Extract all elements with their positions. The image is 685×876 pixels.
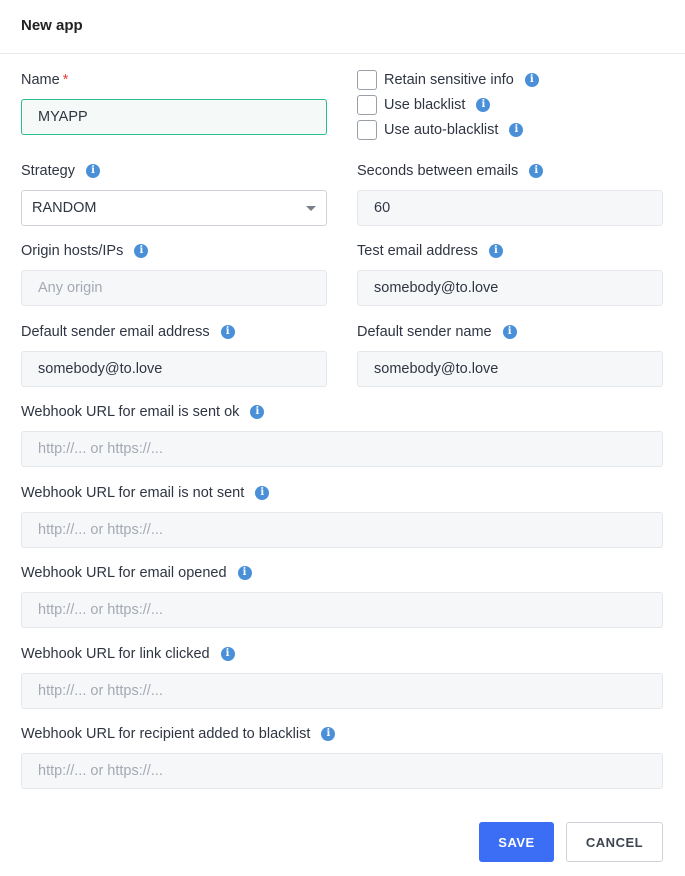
- test-email-label-text: Test email address: [357, 243, 478, 259]
- webhook-sent-ok-input[interactable]: http://... or https://...: [21, 431, 663, 467]
- seconds-between-input[interactable]: 60: [357, 190, 663, 226]
- info-icon[interactable]: i: [509, 123, 524, 137]
- dialog-title: New app: [21, 17, 83, 34]
- name-input[interactable]: MYAPP: [21, 99, 327, 135]
- info-icon[interactable]: i: [502, 325, 517, 339]
- webhook-link-clicked-input[interactable]: http://... or https://...: [21, 673, 663, 709]
- webhook-sent-ok-label: Webhook URL for email is sent ok i: [21, 404, 265, 420]
- webhook-blacklist-input[interactable]: http://... or https://...: [21, 753, 663, 789]
- webhook-sent-ok-label-text: Webhook URL for email is sent ok: [21, 404, 240, 420]
- origin-label-text: Origin hosts/IPs: [21, 243, 124, 259]
- use-auto-blacklist-checkbox[interactable]: [357, 120, 377, 140]
- strategy-value: RANDOM: [32, 200, 97, 216]
- info-icon[interactable]: i: [134, 244, 149, 258]
- info-icon[interactable]: i: [220, 647, 235, 661]
- webhook-opened-label-text: Webhook URL for email opened: [21, 565, 227, 581]
- cancel-button[interactable]: CANCEL: [566, 822, 663, 862]
- default-sender-name-label: Default sender name i: [357, 324, 517, 340]
- retain-sensitive-label: Retain sensitive info: [384, 72, 514, 88]
- webhook-opened-input[interactable]: http://... or https://...: [21, 592, 663, 628]
- info-icon[interactable]: i: [255, 486, 270, 500]
- seconds-between-label-text: Seconds between emails: [357, 163, 519, 179]
- strategy-label-text: Strategy: [21, 163, 75, 179]
- use-blacklist-checkbox[interactable]: [357, 95, 377, 115]
- webhook-link-clicked-label-text: Webhook URL for link clicked: [21, 646, 210, 662]
- info-icon[interactable]: i: [250, 405, 265, 419]
- retain-sensitive-row[interactable]: Retain sensitive info i: [357, 70, 539, 90]
- webhook-blacklist-label: Webhook URL for recipient added to black…: [21, 726, 336, 742]
- default-sender-name-label-text: Default sender name: [357, 324, 492, 340]
- info-icon[interactable]: i: [237, 566, 252, 580]
- strategy-label: Strategy i: [21, 163, 100, 179]
- name-label-text: Name: [21, 72, 60, 88]
- origin-label: Origin hosts/IPs i: [21, 243, 149, 259]
- default-sender-name-input[interactable]: somebody@to.love: [357, 351, 663, 387]
- info-icon[interactable]: i: [220, 325, 235, 339]
- origin-input[interactable]: Any origin: [21, 270, 327, 306]
- name-label: Name *: [21, 72, 68, 88]
- test-email-label: Test email address i: [357, 243, 503, 259]
- default-sender-email-input[interactable]: somebody@to.love: [21, 351, 327, 387]
- webhook-blacklist-label-text: Webhook URL for recipient added to black…: [21, 726, 311, 742]
- required-mark: *: [62, 72, 69, 88]
- info-icon[interactable]: i: [529, 164, 544, 178]
- default-sender-email-label-text: Default sender email address: [21, 324, 210, 340]
- use-blacklist-row[interactable]: Use blacklist i: [357, 95, 491, 115]
- use-blacklist-label: Use blacklist: [384, 97, 466, 113]
- info-icon[interactable]: i: [321, 727, 336, 741]
- save-button[interactable]: SAVE: [479, 822, 554, 862]
- use-auto-blacklist-label: Use auto-blacklist: [384, 122, 499, 138]
- info-icon[interactable]: i: [86, 164, 100, 178]
- chevron-down-icon: [306, 206, 316, 211]
- webhook-not-sent-label: Webhook URL for email is not sent i: [21, 485, 270, 501]
- webhook-not-sent-input[interactable]: http://... or https://...: [21, 512, 663, 548]
- use-auto-blacklist-row[interactable]: Use auto-blacklist i: [357, 120, 524, 140]
- default-sender-email-label: Default sender email address i: [21, 324, 235, 340]
- webhook-link-clicked-label: Webhook URL for link clicked i: [21, 646, 235, 662]
- test-email-input[interactable]: somebody@to.love: [357, 270, 663, 306]
- dialog-header: New app: [0, 0, 685, 54]
- webhook-opened-label: Webhook URL for email opened i: [21, 565, 252, 581]
- seconds-between-label: Seconds between emails i: [357, 163, 544, 179]
- strategy-select[interactable]: RANDOM: [21, 190, 327, 226]
- retain-sensitive-checkbox[interactable]: [357, 70, 377, 90]
- info-icon[interactable]: i: [488, 244, 503, 258]
- webhook-not-sent-label-text: Webhook URL for email is not sent: [21, 485, 245, 501]
- info-icon[interactable]: i: [524, 73, 539, 87]
- info-icon[interactable]: i: [476, 98, 491, 112]
